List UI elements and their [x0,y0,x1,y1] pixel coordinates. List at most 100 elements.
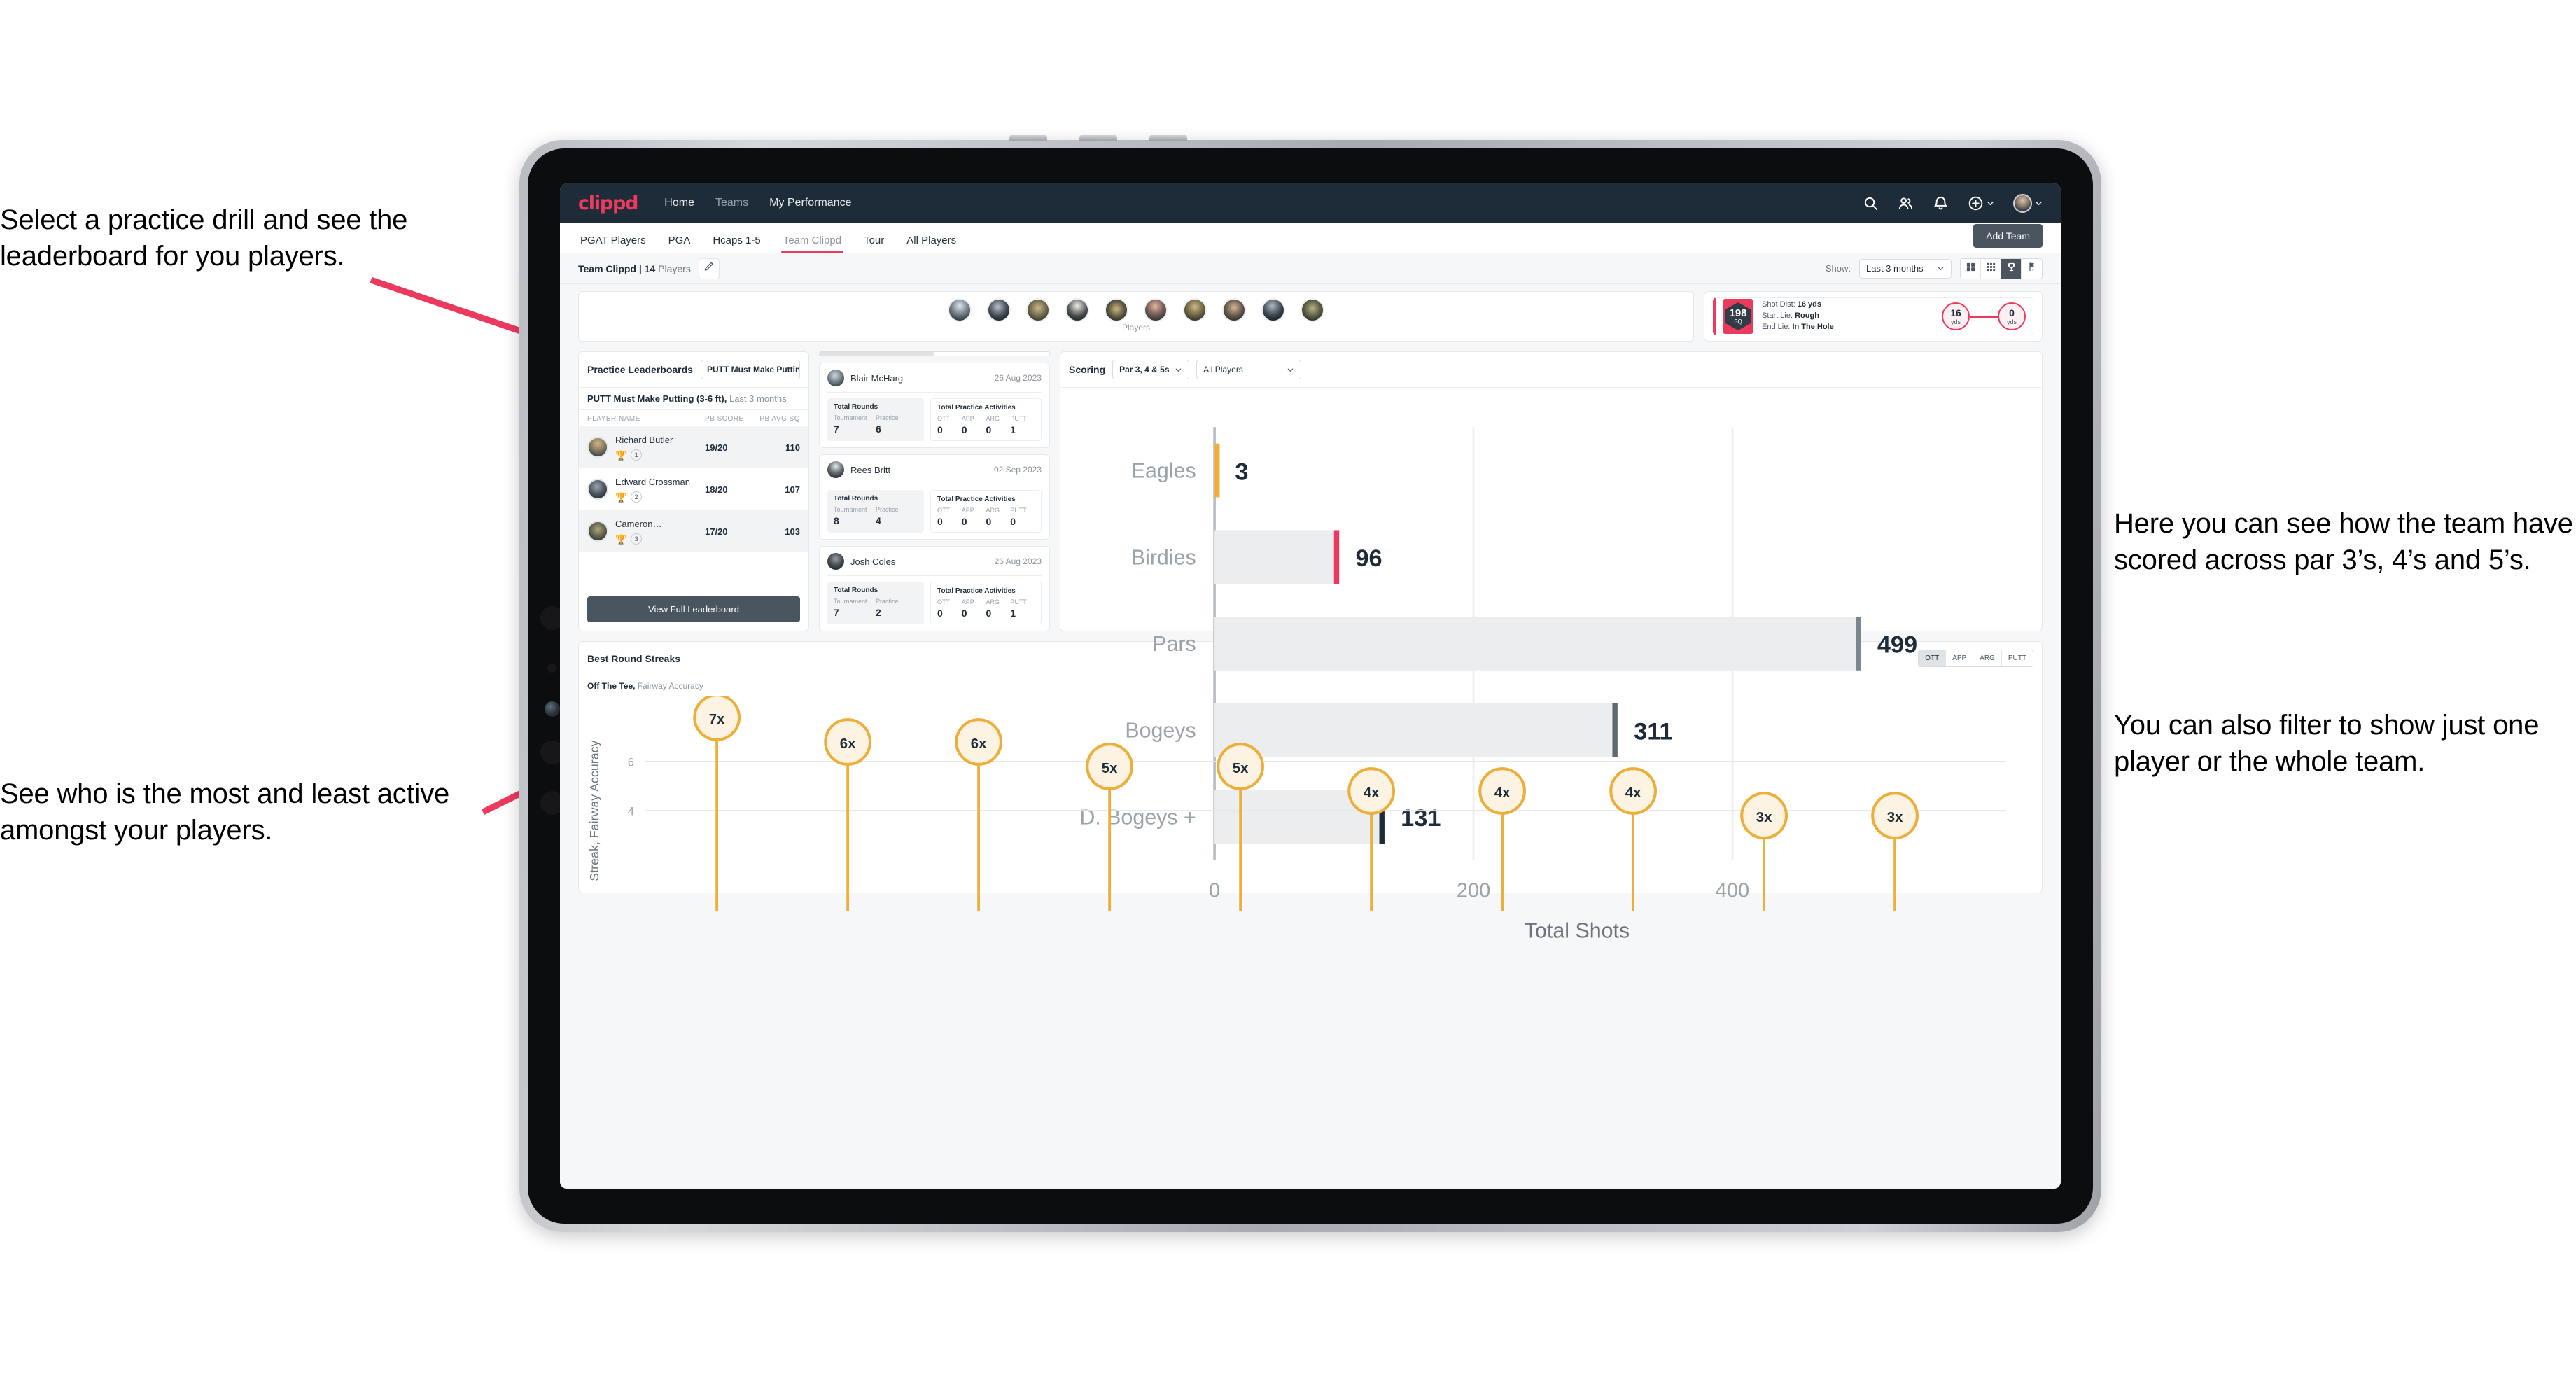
view-full-leaderboard-button[interactable]: View Full Leaderboard [587,596,800,622]
people-button[interactable] [1898,195,1914,211]
notifications-button[interactable] [1933,195,1949,211]
acts-arg: ARG 0 [986,507,1011,527]
team-players-word: Players [658,262,691,274]
acts-app-label: APP [961,415,974,422]
par-filter-select[interactable]: Par 3, 4 & 5s [1112,360,1190,379]
player-avatar[interactable] [1183,298,1207,322]
player-filter-select[interactable]: All Players [1196,360,1302,379]
pb-score-value: 19/20 [705,442,728,453]
table-row[interactable]: Edward Crossman 🏆 2 18/20 107 [579,468,808,510]
acts-app: APP 0 [962,507,986,527]
list-item[interactable]: Josh Coles 26 Aug 2023 Total Rounds Tour… [819,546,1050,631]
shot-end-node: 0 yds [1998,302,2026,330]
flag-view-icon [2026,262,2037,276]
rounds-practice-label: Practice [876,506,899,513]
grid-view-button[interactable] [1961,258,1981,279]
activity-item-stats: Total Rounds Tournament 7 Practice [827,582,1042,624]
player-avatar[interactable] [1261,298,1285,322]
clippd-logo[interactable]: clippd [578,192,639,214]
trophy-icon: 🏆 [615,533,627,545]
player-avatar[interactable] [948,298,972,322]
tab-pgat-players[interactable]: PGAT Players [578,234,648,253]
tab-pga[interactable]: PGA [666,234,693,253]
rounds-tournament-label: Tournament [834,506,867,513]
drill-select[interactable]: PUTT Must Make Putting ... [701,360,800,379]
rank-number: 2 [631,491,643,503]
add-team-button[interactable]: Add Team [1973,224,2043,248]
tab-all-players[interactable]: All Players [904,234,958,253]
date-range-select[interactable]: Last 3 months [1859,258,1952,279]
avatar [827,553,844,570]
acts-app: APP 0 [962,598,986,619]
acts-arg-label: ARG [986,415,1000,422]
avatar [587,521,608,542]
team-tabs: PGAT Players PGA Hcaps 1-5 Team Clippd T… [578,223,958,253]
rounds-practice-value: 2 [876,607,881,618]
list-item[interactable]: Rees Britt 02 Sep 2023 Total Rounds Tour… [819,454,1050,540]
user-menu-button[interactable] [2013,193,2043,213]
table-row[interactable]: Richard Butler 🏆 1 19/20 110 [579,426,808,468]
player-avatar[interactable] [1144,298,1168,322]
activity-item-header: Blair McHarg 26 Aug 2023 [827,370,1042,393]
player-avatar[interactable] [1065,298,1089,322]
acts-putt: PUTT 1 [1010,415,1035,435]
acts-app: APP 0 [962,415,986,435]
rounds-practice: Practice 2 [876,598,918,618]
player-avatar[interactable] [1301,298,1324,322]
tab-most-active[interactable]: Most Active [820,352,934,356]
acts-arg-value: 0 [986,608,992,619]
leaderboard-player: Richard Butler 🏆 1 [615,434,705,461]
search-button[interactable] [1863,195,1879,211]
nav-item-home[interactable]: Home [664,197,694,209]
header-icon-group [1863,193,2043,213]
player-avatar[interactable] [1105,298,1128,322]
team-summary-label: Team Clippd | 14 Players [578,263,691,274]
view-mode-toggle [1960,258,2043,279]
rounds-tournament: Tournament 7 [834,598,876,618]
shot-quality-unit: SQ [1734,318,1742,325]
rounds-tournament-label: Tournament [834,598,867,605]
edit-team-button[interactable] [698,258,720,279]
activity-item-stats: Total Rounds Tournament 8 Practice 4 Tot… [827,490,1042,533]
scoring-header: Scoring Par 3, 4 & 5s All Players [1060,352,2042,387]
list-item[interactable]: Blair McHarg 26 Aug 2023 Total Rounds To… [819,363,1050,448]
trophy-view-button[interactable] [2001,258,2022,279]
acts-grid: OTT 0 APP 0 [937,598,1035,619]
avatar [587,437,608,458]
plus-circle-icon [1968,195,1984,211]
acts-ott-label: OTT [937,415,950,422]
tab-team-clippd[interactable]: Team Clippd [780,234,844,253]
avatar [827,461,844,478]
shot-detail-inner: 198 SQ Shot Dist: 16 yds Start Lie: Roug… [1713,298,2033,335]
player-avatar[interactable] [1222,298,1246,322]
rounds-practice-value: 4 [876,515,881,526]
team-name: Team Clippd [578,262,636,274]
x-axis-label: Total Shots [1525,919,1630,943]
tab-least-active[interactable]: Least Active [934,352,1049,356]
bar-value-label: 96 [1355,545,1382,572]
acts-putt-value: 0 [1010,516,1016,527]
table-row[interactable]: Cameron… 🏆 3 17/20 103 [579,510,808,552]
add-menu-button[interactable] [1968,195,1994,211]
tab-hcaps-1-5[interactable]: Hcaps 1-5 [710,234,762,253]
screenshot-root: Select a practice drill and see the lead… [0,0,2576,1386]
acts-arg-value: 0 [986,424,992,435]
practice-activities-title: Total Practice Activities [937,587,1016,595]
chevron-down-icon [1287,366,1294,374]
acts-ott-label: OTT [937,598,950,606]
nav-item-teams[interactable]: Teams [715,197,748,209]
flag-view-button[interactable] [2022,258,2042,279]
tab-tour[interactable]: Tour [862,234,886,253]
player-name: Josh Coles [850,556,896,567]
player-name: Richard Butler [615,435,673,445]
player-avatar[interactable] [1026,298,1050,322]
practice-activities-title: Total Practice Activities [937,496,1016,503]
trophy-icon: 🏆 [615,449,627,461]
streak-value-label: 3x [1887,810,1903,825]
annotation-right-scoring: Here you can see how the team have score… [2114,508,2573,575]
dots-grid-view-button[interactable] [1981,258,2001,279]
team-separator: | [638,262,642,274]
bell-icon [1933,195,1949,211]
nav-item-my-performance[interactable]: My Performance [769,197,851,209]
player-avatar[interactable] [987,298,1011,322]
